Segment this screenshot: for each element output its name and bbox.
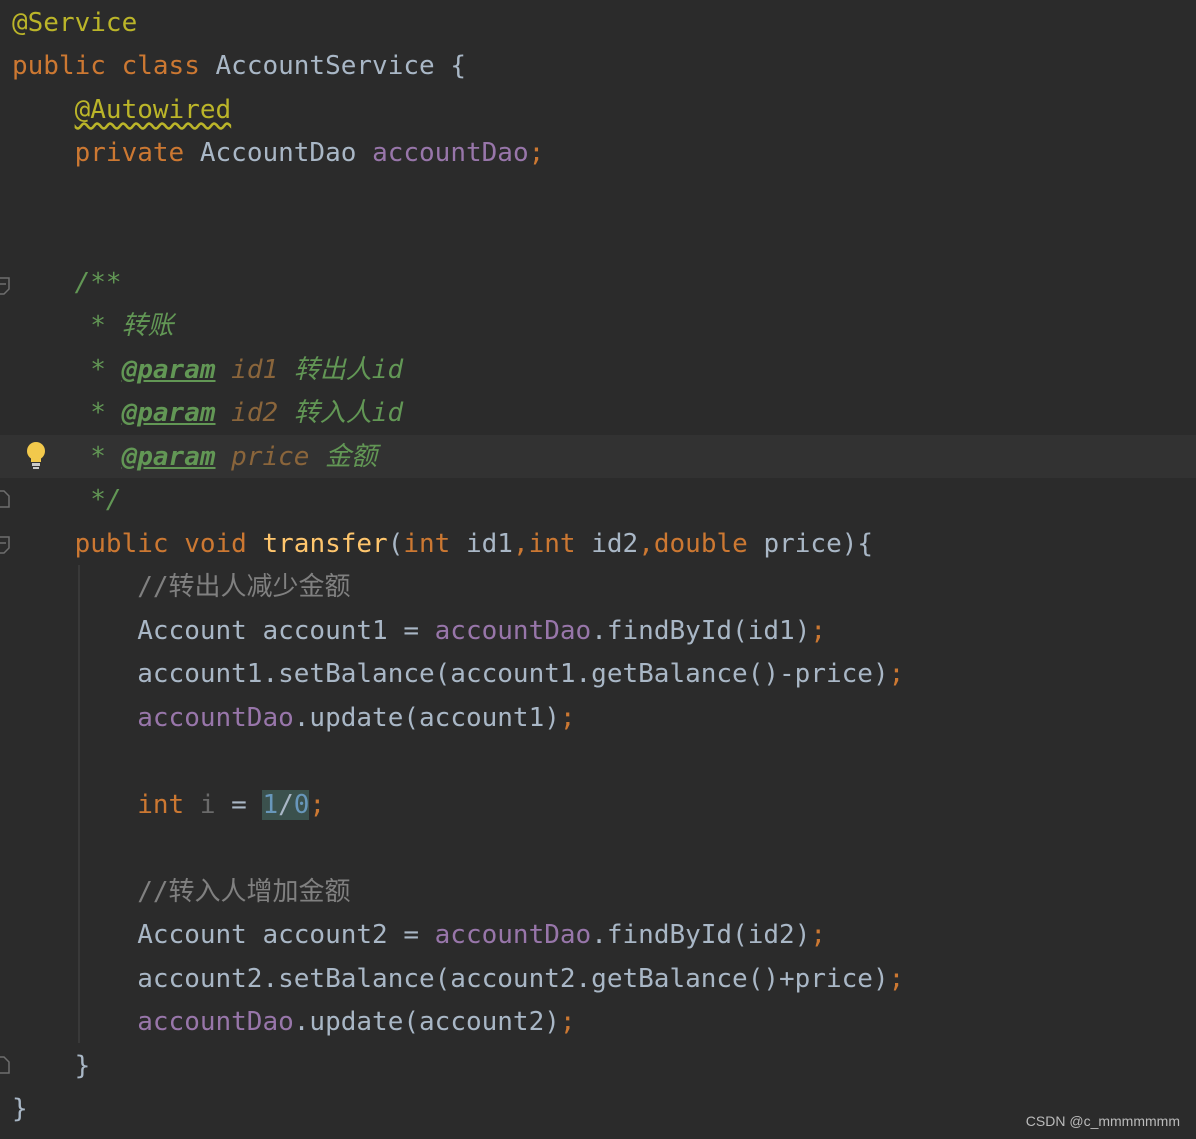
brace: } (74, 1051, 91, 1081)
watermark: CSDN @c_mmmmmmm (1025, 1113, 1180, 1129)
param: id1 (450, 529, 513, 559)
number: 1 (262, 790, 279, 820)
keyword: private (74, 138, 185, 168)
code-line-7[interactable]: * @param id1 转出人id (12, 348, 403, 392)
field-name: accountDao (137, 1007, 294, 1037)
doc-comment-star: * (90, 442, 122, 472)
semicolon: ; (888, 964, 905, 994)
operator: = (215, 790, 263, 820)
comma: , (638, 529, 654, 559)
field-name: accountDao (372, 138, 529, 168)
method-call: .findById(id1) (591, 616, 811, 646)
fold-marker-icon[interactable] (0, 536, 10, 554)
code-line-1[interactable]: @Service (12, 1, 137, 45)
brace: { (450, 51, 466, 81)
doc-param-desc: 金额 (325, 442, 378, 472)
method-call: .update(account2) (293, 1007, 560, 1037)
doc-param-desc: 转入人id (293, 398, 404, 428)
annotation-with-warning[interactable]: @Autowired (75, 95, 232, 125)
keyword: int (528, 529, 576, 559)
code-line-6[interactable]: * 转账 (12, 304, 174, 348)
doc-param-tag: @param (121, 355, 216, 385)
code-line-12[interactable]: //转出人减少金额 (12, 565, 351, 609)
class-name: AccountService (215, 51, 435, 81)
code-line-5[interactable]: /** (12, 261, 122, 305)
doc-param-desc: 转出人id (293, 355, 404, 385)
code-line-14[interactable]: account1.setBalance(account1.getBalance(… (12, 652, 904, 696)
semicolon: ; (810, 920, 827, 950)
type-name: AccountDao (199, 138, 357, 168)
semicolon: ; (309, 790, 326, 820)
semicolon: ; (559, 703, 576, 733)
code-line-9[interactable]: * @param price 金额 (12, 435, 377, 479)
keyword: void (184, 529, 247, 559)
code-editor[interactable]: @Service public class AccountService { @… (0, 0, 1196, 1139)
field-name: accountDao (434, 616, 592, 646)
brace: } (12, 1094, 28, 1124)
param: id2 (575, 529, 639, 559)
operator: / (278, 790, 294, 820)
code-line-17[interactable]: //转入人增加金额 (12, 870, 351, 914)
method-call: .findById(id2) (591, 920, 811, 950)
statement: account1.setBalance(account1.getBalance(… (137, 659, 889, 689)
doc-comment-star: * (90, 355, 122, 385)
fold-marker-icon[interactable] (0, 277, 10, 295)
annotation: @Service (12, 8, 138, 38)
code-line-2[interactable]: public class AccountService { (12, 44, 466, 88)
doc-comment-open: /** (74, 268, 122, 298)
field-name: accountDao (137, 703, 294, 733)
code-line-20[interactable]: accountDao.update(account2); (12, 1000, 576, 1044)
highlighted-expression[interactable]: 1/0 (262, 790, 310, 820)
code-line-11[interactable]: public void transfer(int id1,int id2,dou… (12, 522, 873, 566)
doc-comment-close: */ (90, 485, 122, 515)
method-name: transfer (262, 529, 388, 559)
statement: Account account2 = (137, 920, 435, 950)
semicolon: ; (888, 659, 905, 689)
method-call: .update(account1) (293, 703, 560, 733)
param: price){ (747, 529, 874, 559)
line-comment: //转入人增加金额 (137, 877, 351, 907)
unused-variable: i (199, 790, 216, 820)
code-line-22[interactable]: } (12, 1087, 28, 1131)
doc-param-tag: @param (121, 398, 216, 428)
doc-param-name: id1 (231, 355, 279, 385)
keyword: int (137, 790, 185, 820)
paren: ( (387, 529, 404, 559)
semicolon: ; (559, 1007, 576, 1037)
doc-param-name: price (231, 442, 310, 472)
doc-param-name: id2 (231, 398, 279, 428)
code-line-13[interactable]: Account account1 = accountDao.findById(i… (12, 609, 826, 653)
code-line-15[interactable]: accountDao.update(account1); (12, 696, 576, 740)
fold-end-marker-icon[interactable] (0, 490, 10, 508)
keyword: public (12, 51, 106, 81)
code-line-19[interactable]: account2.setBalance(account2.getBalance(… (12, 957, 904, 1001)
keyword: double (653, 529, 748, 559)
statement: Account account1 = (137, 616, 435, 646)
code-line-4[interactable]: private AccountDao accountDao; (12, 131, 545, 175)
keyword: int (403, 529, 451, 559)
doc-comment-star: * (90, 311, 122, 341)
fold-end-marker-icon[interactable] (0, 1056, 10, 1074)
field-name: accountDao (434, 920, 592, 950)
code-line-8[interactable]: * @param id2 转入人id (12, 391, 403, 435)
doc-comment-text: 转账 (121, 311, 174, 341)
comma: , (512, 529, 529, 559)
doc-comment-star: * (90, 398, 122, 428)
keyword: public (74, 529, 169, 559)
line-comment: //转出人减少金额 (137, 572, 351, 602)
code-line-21[interactable]: } (12, 1044, 91, 1088)
semicolon: ; (528, 138, 545, 168)
code-line-18[interactable]: Account account2 = accountDao.findById(i… (12, 913, 826, 957)
code-line-16[interactable]: int i = 1/0; (12, 783, 325, 827)
semicolon: ; (810, 616, 827, 646)
statement: account2.setBalance(account2.getBalance(… (137, 964, 889, 994)
code-line-10[interactable]: */ (12, 478, 122, 522)
code-line-3[interactable]: @Autowired (12, 88, 232, 132)
number: 0 (293, 790, 310, 820)
doc-param-tag: @param (121, 442, 216, 472)
keyword: class (121, 51, 200, 81)
